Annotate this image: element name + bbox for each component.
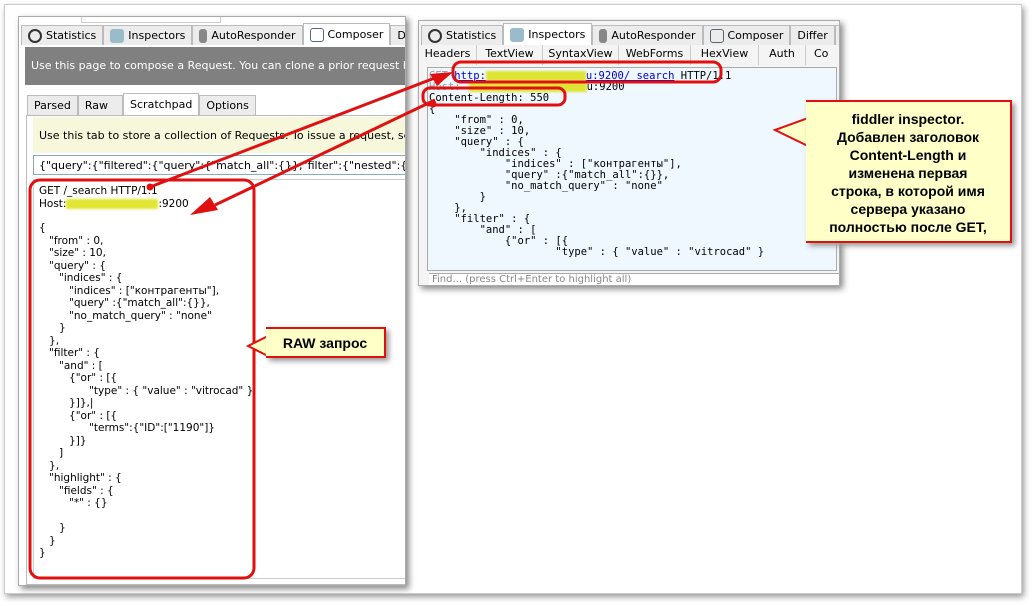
arrow-dot [146, 183, 154, 191]
callout-pointer [772, 116, 809, 148]
arrow-line [149, 74, 441, 189]
arrow-head [190, 197, 218, 215]
content-length-outline [421, 86, 567, 107]
inspector-callout: fiddler inspector. Добавлен заголовок Co… [806, 100, 1012, 243]
raw-callout: RAW запрос [266, 327, 386, 358]
callout-pointer [245, 334, 269, 358]
arrow-line [214, 98, 436, 207]
raw-request-outline [28, 178, 256, 580]
url-highlight-outline [451, 60, 723, 84]
arrow-head [430, 72, 453, 86]
arrow-dot [429, 100, 437, 108]
annotation-layer [28, 60, 809, 580]
